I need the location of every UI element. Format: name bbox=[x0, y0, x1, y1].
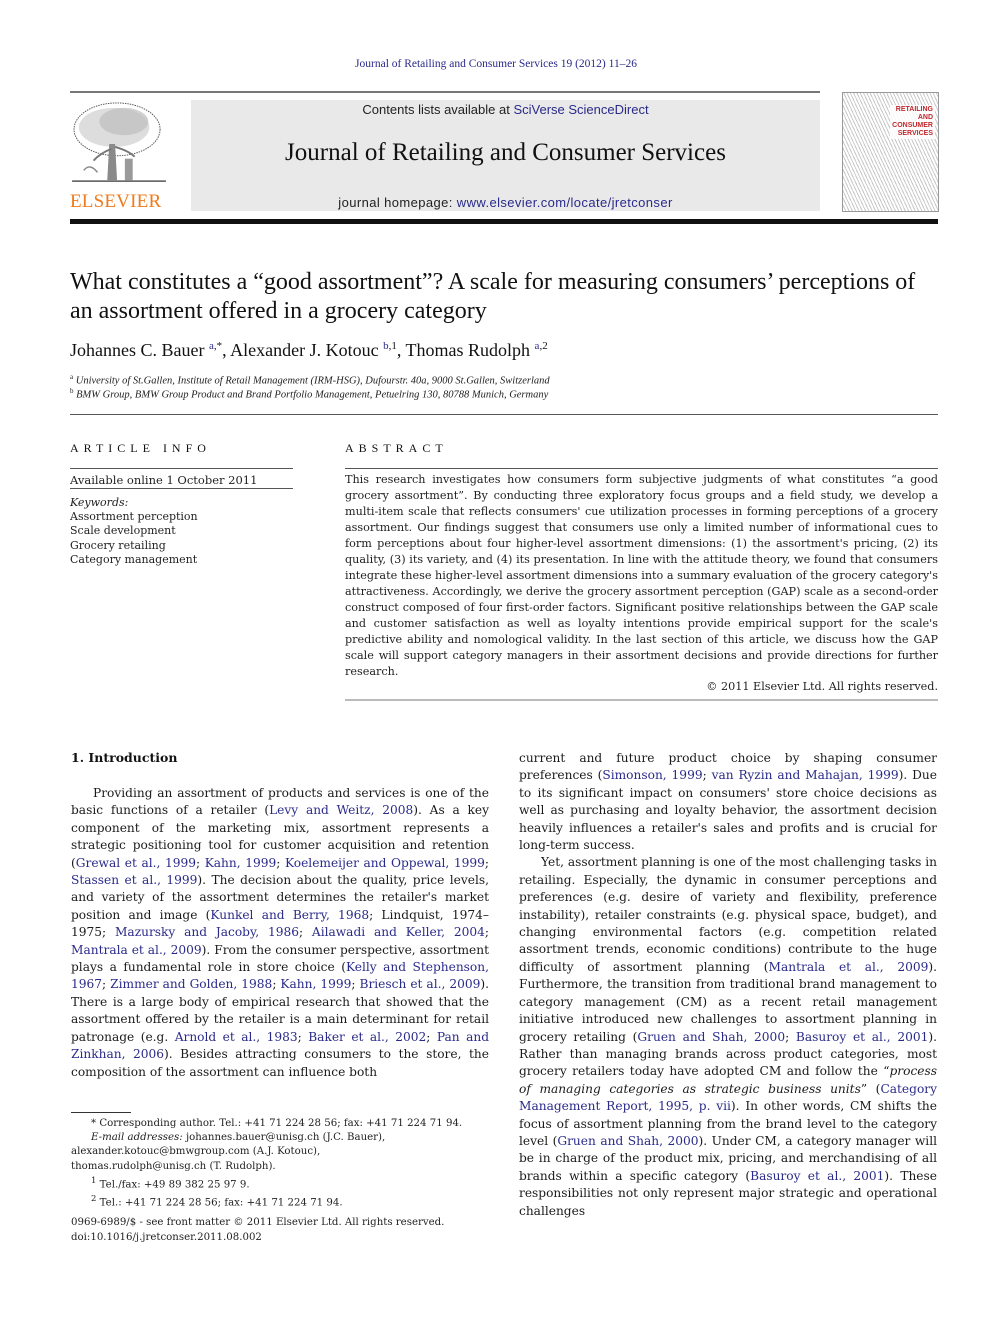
homepage-line: journal homepage: www.elsevier.com/locat… bbox=[191, 195, 820, 210]
body-paragraph: current and future product choice by sha… bbox=[519, 751, 937, 853]
title-divider bbox=[70, 414, 938, 415]
citation-link[interactable]: Briesch et al., 2009 bbox=[360, 977, 481, 991]
citation-link[interactable]: Levy and Weitz, 2008 bbox=[269, 803, 413, 817]
email-link[interactable]: alexander.kotouc@bmwgroup.com (A.J. Koto… bbox=[71, 1145, 491, 1159]
footnote-1: 1 Tel./fax: +49 89 382 25 97 9. bbox=[91, 1175, 250, 1191]
author-name: Alexander J. Kotouc bbox=[230, 340, 379, 360]
body-column-right: current and future product choice by sha… bbox=[519, 750, 937, 1220]
abstract-heading: ABSTRACT bbox=[345, 441, 448, 455]
footnote-rule bbox=[71, 1112, 131, 1113]
email-link[interactable]: thomas.rudolph@unisg.ch (T. Rudolph). bbox=[71, 1160, 491, 1174]
article-info-rule bbox=[70, 488, 293, 489]
cover-title: RETAILING AND CONSUMER SERVICES bbox=[890, 105, 935, 139]
citation-link[interactable]: Zimmer and Golden, 1988 bbox=[110, 977, 272, 991]
elsevier-wordmark: ELSEVIER bbox=[70, 191, 162, 212]
tree-icon bbox=[72, 102, 166, 182]
sciencedirect-link[interactable]: SciVerse ScienceDirect bbox=[513, 102, 648, 117]
citation-link[interactable]: Grewal et al., 1999 bbox=[76, 856, 196, 870]
citation-link[interactable]: Kunkel and Berry, 1968 bbox=[210, 908, 369, 922]
affiliation-a: a University of St.Gallen, Institute of … bbox=[70, 373, 550, 387]
keyword: Assortment perception bbox=[70, 510, 198, 523]
citation-link[interactable]: Mazursky and Jacoby, 1986 bbox=[115, 925, 299, 939]
footnote-corresponding: * Corresponding author. Tel.: +41 71 224… bbox=[91, 1118, 463, 1129]
footnote-2: 2 Tel.: +41 71 224 28 56; fax: +41 71 22… bbox=[91, 1194, 343, 1209]
section-heading-introduction: 1. Introduction bbox=[71, 750, 178, 765]
abstract-copyright: © 2011 Elsevier Ltd. All rights reserved… bbox=[706, 680, 938, 693]
keyword: Scale development bbox=[70, 524, 176, 537]
article-title: What constitutes a “good assortment”? A … bbox=[70, 269, 916, 324]
body-column-left: Providing an assortment of products and … bbox=[71, 785, 489, 1081]
author-list: Johannes C. Bauer a,*, Alexander J. Koto… bbox=[70, 340, 548, 360]
author-name: Johannes C. Bauer bbox=[70, 340, 205, 360]
top-rule bbox=[70, 91, 820, 93]
masthead-divider bbox=[70, 219, 938, 224]
citation-link[interactable]: Stassen et al., 1999 bbox=[71, 873, 197, 887]
citation-link[interactable]: Kahn, 1999 bbox=[205, 856, 277, 870]
italic-quote: process of managing categories as strate… bbox=[519, 1064, 937, 1096]
citation-link[interactable]: Simonson, 1999 bbox=[602, 768, 702, 782]
citation-link[interactable]: Ailawadi and Keller, 2004 bbox=[312, 925, 485, 939]
issn-line: 0969-6989/$ - see front matter © 2011 El… bbox=[71, 1217, 445, 1228]
footnotes: * Corresponding author. Tel.: +41 71 224… bbox=[71, 1117, 491, 1211]
homepage-prefix: journal homepage: bbox=[338, 195, 457, 210]
citation-link[interactable]: Baker et al., 2002 bbox=[308, 1030, 426, 1044]
article-info-heading: ARTICLE INFO bbox=[70, 441, 211, 455]
contents-prefix: Contents lists available at bbox=[362, 102, 514, 117]
body-paragraph: Yet, assortment planning is one of the m… bbox=[519, 855, 937, 1218]
journal-title: Journal of Retailing and Consumer Servic… bbox=[285, 139, 726, 166]
doi-link[interactable]: doi:10.1016/j.jretconser.2011.08.002 bbox=[71, 1231, 444, 1246]
citation-link[interactable]: Gruen and Shah, 2000 bbox=[557, 1134, 698, 1148]
abstract-text: This research investigates how consumers… bbox=[345, 473, 938, 678]
citation-link[interactable]: Arnold et al., 1983 bbox=[175, 1030, 298, 1044]
citation-link[interactable]: Mantrala et al., 2009 bbox=[769, 960, 929, 974]
citation-link[interactable]: Basuroy et al., 2001 bbox=[796, 1030, 928, 1044]
keyword: Grocery retailing bbox=[70, 539, 166, 552]
front-matter: 0969-6989/$ - see front matter © 2011 El… bbox=[71, 1216, 444, 1245]
contents-line: Contents lists available at SciVerse Sci… bbox=[191, 102, 820, 117]
article-info-rule bbox=[70, 468, 293, 469]
author-name: Thomas Rudolph bbox=[405, 340, 531, 360]
running-head[interactable]: Journal of Retailing and Consumer Servic… bbox=[0, 58, 992, 70]
homepage-link[interactable]: www.elsevier.com/locate/jretconser bbox=[457, 195, 673, 210]
available-online-date: Available online 1 October 2011 bbox=[70, 473, 258, 487]
citation-link[interactable]: Gruen and Shah, 2000 bbox=[637, 1030, 785, 1044]
keyword: Category management bbox=[70, 553, 198, 566]
citation-link[interactable]: van Ryzin and Mahajan, 1999 bbox=[712, 768, 899, 782]
affiliation-b: b BMW Group, BMW Group Product and Brand… bbox=[70, 387, 549, 401]
footnote-emails: E-mail addresses: johannes.bauer@unisg.c… bbox=[71, 1131, 491, 1145]
citation-link[interactable]: Mantrala et al., 2009 bbox=[71, 943, 202, 957]
citation-link[interactable]: Kahn, 1999 bbox=[280, 977, 351, 991]
email-link[interactable]: johannes.bauer@unisg.ch (J.C. Bauer), bbox=[183, 1132, 385, 1143]
email-label: E-mail addresses: bbox=[91, 1132, 183, 1144]
body-paragraph: Providing an assortment of products and … bbox=[71, 786, 490, 1079]
abstract-rule bbox=[345, 468, 938, 469]
journal-cover-thumbnail[interactable]: RETAILING AND CONSUMER SERVICES bbox=[842, 92, 939, 212]
keywords-label: Keywords: bbox=[70, 496, 129, 509]
abstract-bottom-rule bbox=[345, 699, 938, 701]
citation-link[interactable]: Basuroy et al., 2001 bbox=[750, 1169, 884, 1183]
citation-link[interactable]: Koelemeijer and Oppewal, 1999 bbox=[285, 856, 485, 870]
